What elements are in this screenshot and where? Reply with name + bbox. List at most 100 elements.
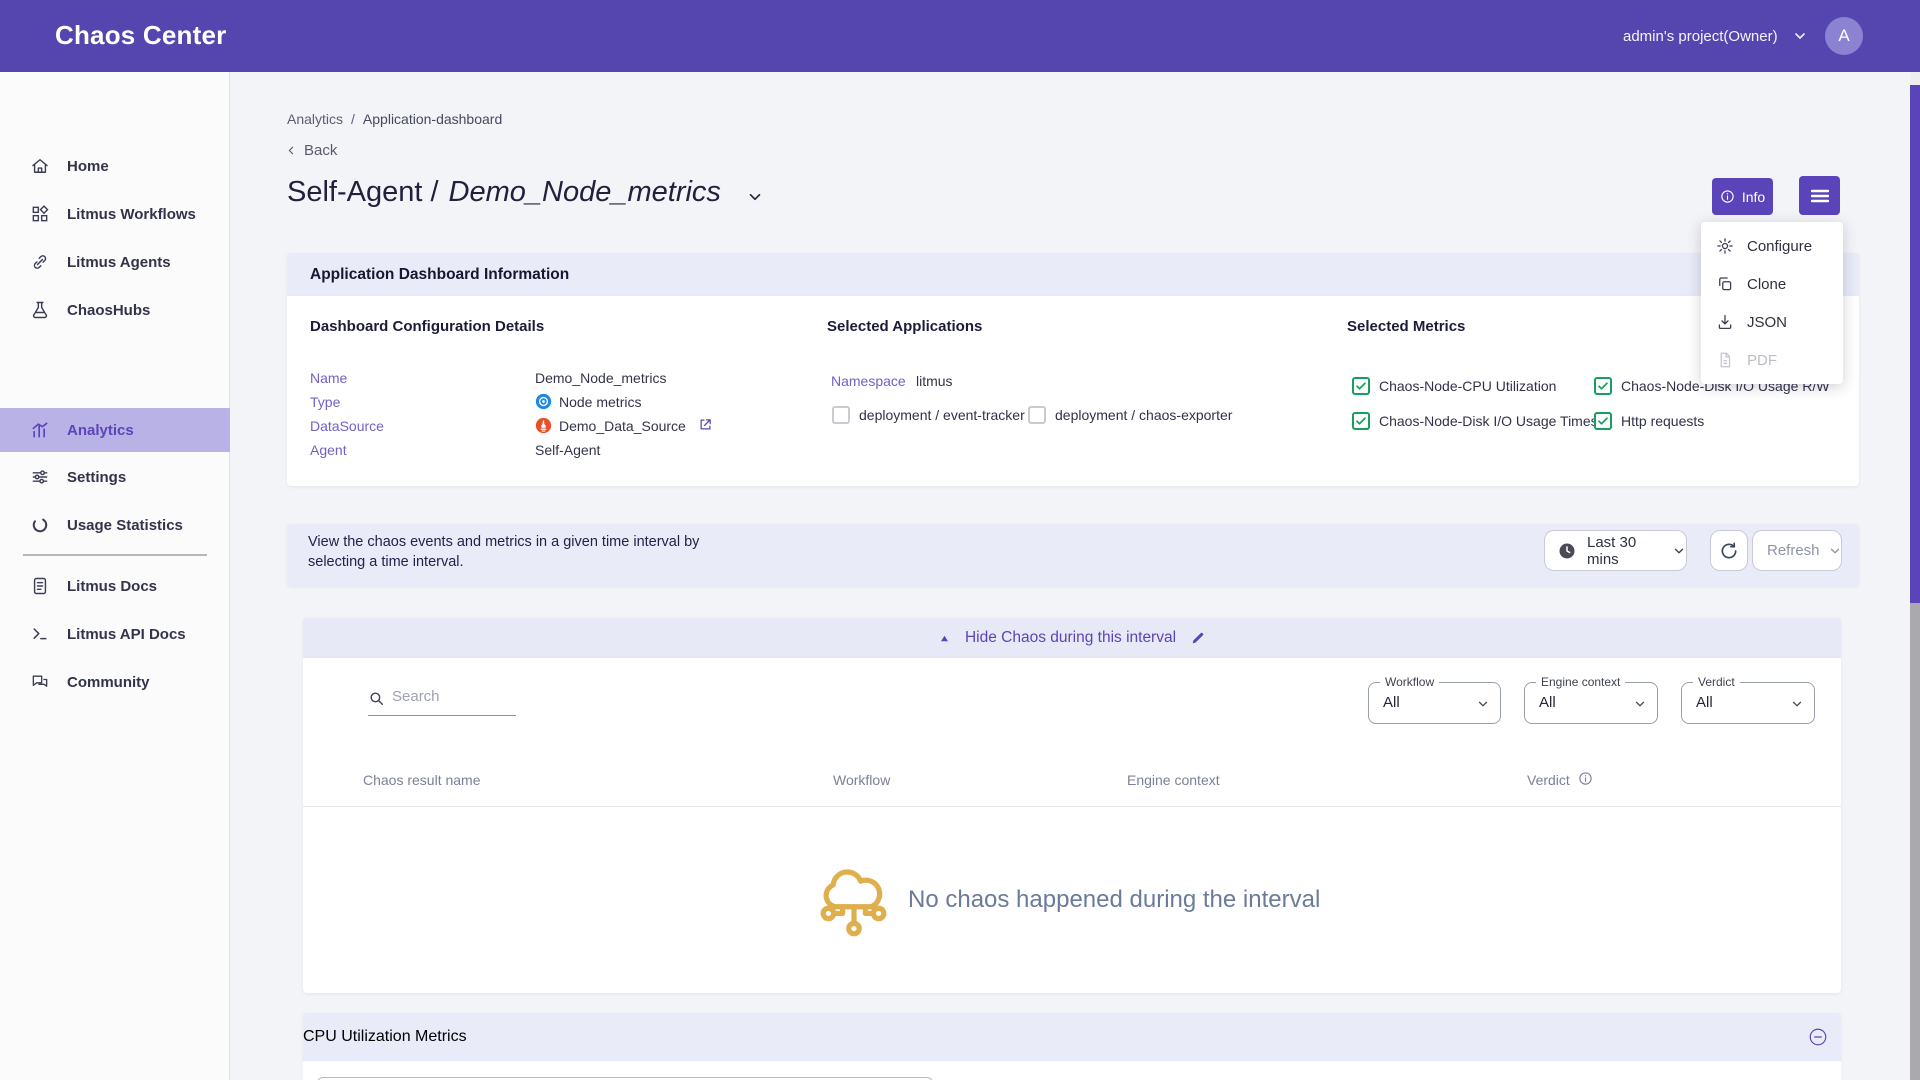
chat-icon: [30, 672, 50, 692]
breadcrumb-analytics[interactable]: Analytics: [287, 111, 343, 127]
sidebar-item-community[interactable]: Community: [0, 660, 230, 704]
sidebar-item-chaoshubs[interactable]: ChaosHubs: [0, 288, 230, 332]
app-checkbox-chaos-exporter[interactable]: deployment / chaos-exporter: [1028, 406, 1232, 424]
edit-pencil-icon[interactable]: [1190, 630, 1206, 646]
menu-item-configure[interactable]: Configure: [1701, 227, 1843, 265]
cpu-metrics-title: CPU Utilization Metrics: [303, 1028, 467, 1046]
app-checkbox-event-tracker[interactable]: deployment / event-tracker: [832, 406, 1025, 424]
actions-dropdown-menu: Configure Clone JSON PDF: [1701, 222, 1843, 384]
avatar[interactable]: A: [1825, 17, 1863, 55]
config-agent-label: Agent: [310, 442, 347, 458]
search-icon: [368, 690, 385, 707]
sidebar-item-usage-statistics[interactable]: Usage Statistics: [0, 503, 230, 547]
chaos-center-app: Chaos Center admin's project(Owner) A Ho…: [0, 0, 1920, 1080]
namespace-value: litmus: [916, 373, 953, 389]
project-selector[interactable]: admin's project(Owner): [1623, 0, 1808, 72]
search-input[interactable]: [392, 688, 512, 705]
search-field[interactable]: [368, 684, 516, 716]
info-button[interactable]: Info: [1712, 178, 1773, 215]
sidebar: Home Litmus Workflows Litmus Agents Chao…: [0, 72, 230, 1080]
workflow-filter-select[interactable]: Workflow All: [1368, 682, 1501, 724]
config-details-title: Dashboard Configuration Details: [310, 318, 544, 335]
sidebar-item-analytics[interactable]: Analytics: [0, 408, 230, 452]
time-range-select[interactable]: Last 30 mins: [1544, 530, 1687, 571]
external-link-icon[interactable]: [698, 417, 713, 432]
refresh-icon: [1719, 541, 1739, 561]
chevron-left-icon: [285, 144, 298, 157]
chevron-down-icon[interactable]: [1792, 28, 1808, 44]
time-interval-description: View the chaos events and metrics in a g…: [308, 532, 758, 572]
menu-item-clone[interactable]: Clone: [1701, 265, 1843, 303]
more-actions-button[interactable]: [1799, 176, 1840, 215]
refresh-now-button[interactable]: [1710, 530, 1748, 571]
chevron-down-icon: [1672, 544, 1686, 558]
page-scrollbar[interactable]: [1910, 72, 1920, 1080]
dashboard-switcher-chevron[interactable]: [746, 188, 764, 206]
config-name-label: Name: [310, 370, 347, 386]
chevron-down-icon: [1828, 544, 1842, 558]
top-header: Chaos Center admin's project(Owner) A: [0, 0, 1920, 72]
sidebar-item-litmus-docs[interactable]: Litmus Docs: [0, 564, 230, 608]
donut-icon: [30, 515, 50, 535]
checkbox-unchecked-icon[interactable]: [1028, 406, 1046, 424]
sidebar-item-litmus-agents[interactable]: Litmus Agents: [0, 240, 230, 284]
checkbox-checked-icon[interactable]: [1352, 412, 1370, 430]
back-button[interactable]: Back: [285, 142, 337, 159]
refresh-interval-select[interactable]: Refresh: [1752, 530, 1842, 571]
cloud-network-icon: [818, 862, 890, 944]
collapse-minus-icon[interactable]: [1808, 1027, 1828, 1047]
chevron-down-icon: [1633, 697, 1647, 711]
metric-checkbox-disk-io-times[interactable]: Chaos-Node-Disk I/O Usage Times: [1352, 412, 1598, 430]
sliders-icon: [30, 467, 50, 487]
breadcrumb: Analytics / Application-dashboard: [287, 111, 502, 127]
selected-applications-title: Selected Applications: [827, 318, 982, 335]
download-icon: [1716, 313, 1734, 331]
empty-state: No chaos happened during the interval: [818, 862, 1320, 944]
refresh-label: Refresh: [1767, 542, 1820, 559]
selected-metrics-title: Selected Metrics: [1347, 318, 1465, 335]
checkbox-checked-icon[interactable]: [1352, 377, 1370, 395]
hamburger-icon: [1811, 189, 1829, 203]
document-icon: [30, 576, 50, 596]
sidebar-item-home[interactable]: Home: [0, 144, 230, 188]
menu-item-pdf: PDF: [1701, 341, 1843, 379]
sidebar-item-litmus-api-docs[interactable]: Litmus API Docs: [0, 612, 230, 656]
checkbox-checked-icon[interactable]: [1594, 377, 1612, 395]
sidebar-item-spacer: [0, 336, 230, 380]
verdict-info-icon[interactable]: [1578, 771, 1593, 786]
hide-chaos-toggle[interactable]: Hide Chaos during this interval: [965, 629, 1176, 647]
verdict-filter-select[interactable]: Verdict All: [1681, 682, 1815, 724]
sidebar-item-settings[interactable]: Settings: [0, 455, 230, 499]
project-label[interactable]: admin's project(Owner): [1623, 28, 1778, 45]
app-title: Chaos Center: [55, 20, 226, 51]
sidebar-divider: [23, 554, 207, 556]
sidebar-item-litmus-workflows[interactable]: Litmus Workflows: [0, 192, 230, 236]
page-title-agent: Self-Agent /: [287, 176, 439, 209]
scrollbar-thumb[interactable]: [1910, 85, 1920, 603]
time-range-value: Last 30 mins: [1587, 534, 1660, 568]
column-verdict: Verdict: [1527, 772, 1570, 788]
menu-item-json[interactable]: JSON: [1701, 303, 1843, 341]
flask-icon: [30, 300, 50, 320]
chaos-section-header: Hide Chaos during this interval: [303, 618, 1841, 658]
dashboard-info-title: Application Dashboard Information: [310, 266, 569, 284]
scrollbar-track-lower[interactable]: [1910, 603, 1920, 1080]
dashboard-info-header: Application Dashboard Information: [287, 253, 1859, 296]
metric-checkbox-cpu-utilization[interactable]: Chaos-Node-CPU Utilization: [1352, 377, 1556, 395]
checkbox-checked-icon[interactable]: [1594, 412, 1612, 430]
checkbox-unchecked-icon[interactable]: [832, 406, 850, 424]
time-interval-bar: View the chaos events and metrics in a g…: [287, 524, 1859, 586]
search-underline: [368, 715, 516, 716]
page-title: Self-Agent / Demo_Node_metrics: [287, 176, 721, 209]
config-type-label: Type: [310, 394, 340, 410]
verdict-filter-value: All: [1696, 694, 1713, 711]
workflow-filter-value: All: [1383, 694, 1400, 711]
info-icon: [1720, 189, 1735, 204]
workflow-filter-label: Workflow: [1380, 675, 1439, 689]
collapse-triangle-icon[interactable]: [938, 632, 951, 645]
metric-checkbox-http-requests[interactable]: Http requests: [1594, 412, 1704, 430]
config-datasource-value: Demo_Data_Source: [559, 418, 686, 434]
bar-chart-icon: [30, 420, 50, 440]
engine-context-filter-select[interactable]: Engine context All: [1524, 682, 1658, 724]
breadcrumb-current: Application-dashboard: [363, 111, 502, 127]
